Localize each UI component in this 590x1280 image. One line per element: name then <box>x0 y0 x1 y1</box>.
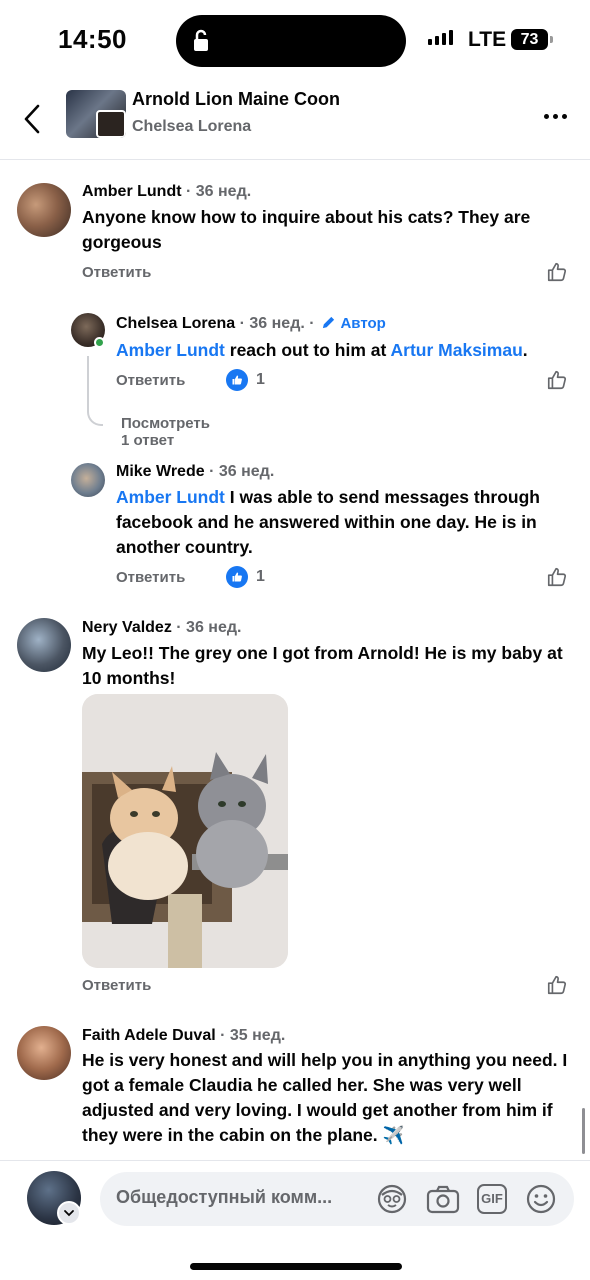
reply-button[interactable]: Ответить <box>116 569 185 586</box>
group-avatar[interactable] <box>66 90 126 138</box>
commenter-name[interactable]: Mike Wrede <box>116 463 205 480</box>
thread-connector <box>87 356 103 426</box>
commenter-name[interactable]: Nery Valdez <box>82 619 172 636</box>
comment-input-placeholder: Общедоступный комм... <box>116 1187 333 1207</box>
avatar[interactable] <box>71 463 105 497</box>
online-status-dot <box>94 337 105 348</box>
post-author-name[interactable]: Chelsea Lorena <box>132 118 251 136</box>
commenter-name[interactable]: Amber Lundt <box>82 183 182 200</box>
pencil-icon <box>322 316 335 329</box>
comment-time: · 35 нед. <box>220 1027 286 1044</box>
group-title[interactable]: Arnold Lion Maine Coon <box>132 89 340 110</box>
like-count-value: 1 <box>256 371 265 388</box>
gif-icon[interactable]: GIF <box>477 1184 507 1214</box>
cat-photo-image <box>82 694 288 968</box>
status-time: 14:50 <box>58 24 127 54</box>
comment-text-end: . <box>522 340 528 360</box>
comment-time: · 36 нед. <box>176 619 242 636</box>
battery-icon: 73 <box>511 29 553 50</box>
reaction-count[interactable]: 1 <box>226 566 265 588</box>
thumbs-up-icon[interactable] <box>546 566 568 588</box>
author-badge: Автор <box>340 315 386 332</box>
view-replies-link[interactable]: Посмотреть 1 ответ <box>121 415 210 449</box>
thumbs-up-icon[interactable] <box>546 974 568 996</box>
home-indicator[interactable] <box>190 1263 402 1270</box>
comment-text: Amber Lundt reach out to him at Artur Ma… <box>116 338 566 363</box>
avatar[interactable] <box>17 1026 71 1080</box>
network-label: LTE <box>468 28 507 51</box>
reply-button[interactable]: Ответить <box>82 977 151 994</box>
thumbs-up-icon[interactable] <box>546 369 568 391</box>
like-reaction-icon <box>226 566 248 588</box>
reply-button[interactable]: Ответить <box>116 372 185 389</box>
thumbs-up-icon[interactable] <box>546 261 568 283</box>
comment-composer: Общедоступный комм... GIF <box>0 1160 590 1280</box>
like-count-value: 1 <box>256 568 265 585</box>
dynamic-island <box>176 15 406 67</box>
avatar[interactable] <box>17 618 71 672</box>
post-header: Arnold Lion Maine Coon Chelsea Lorena <box>0 80 590 160</box>
comment-time: · 36 нед. · <box>239 315 315 332</box>
chevron-left-icon[interactable] <box>20 102 44 136</box>
reaction-count[interactable]: 1 <box>226 369 265 391</box>
reply-button[interactable]: Ответить <box>82 264 151 281</box>
mention-link[interactable]: Amber Lundt <box>116 487 225 507</box>
comment-input[interactable]: Общедоступный комм... GIF <box>100 1172 574 1226</box>
comment-time: · 36 нед. <box>209 463 275 480</box>
more-horizontal-icon[interactable] <box>544 114 567 119</box>
like-reaction-icon <box>226 369 248 391</box>
avatar-sticker-icon[interactable] <box>376 1183 408 1215</box>
scrollbar[interactable] <box>582 1108 585 1154</box>
comment-text: Amber Lundt I was able to send messages … <box>116 485 571 560</box>
comment-text: He is very honest and will help you in a… <box>82 1050 568 1145</box>
mention-link[interactable]: Amber Lundt <box>116 340 225 360</box>
comment-time: · 36 нед. <box>186 183 252 200</box>
chevron-down-icon[interactable] <box>57 1201 81 1225</box>
commenter-name[interactable]: Chelsea Lorena <box>116 315 235 332</box>
avatar[interactable] <box>17 183 71 237</box>
signal-icon <box>428 30 453 45</box>
camera-icon[interactable] <box>426 1184 460 1214</box>
comment-photo[interactable] <box>82 694 288 968</box>
author-mini-avatar <box>96 110 126 138</box>
comment-text-mid: reach out to him at <box>224 340 391 360</box>
mention-link[interactable]: Artur Maksimau <box>391 340 523 360</box>
emoji-icon[interactable] <box>525 1183 557 1215</box>
commenter-name[interactable]: Faith Adele Duval <box>82 1027 216 1044</box>
status-bar: 14:50 LTE 73 <box>0 0 590 80</box>
comment-text: My Leo!! The grey one I got from Arnold!… <box>82 643 563 688</box>
comment-text: Anyone know how to inquire about his cat… <box>82 207 531 252</box>
lock-open-icon <box>194 29 208 51</box>
gif-label: GIF <box>481 1191 503 1206</box>
